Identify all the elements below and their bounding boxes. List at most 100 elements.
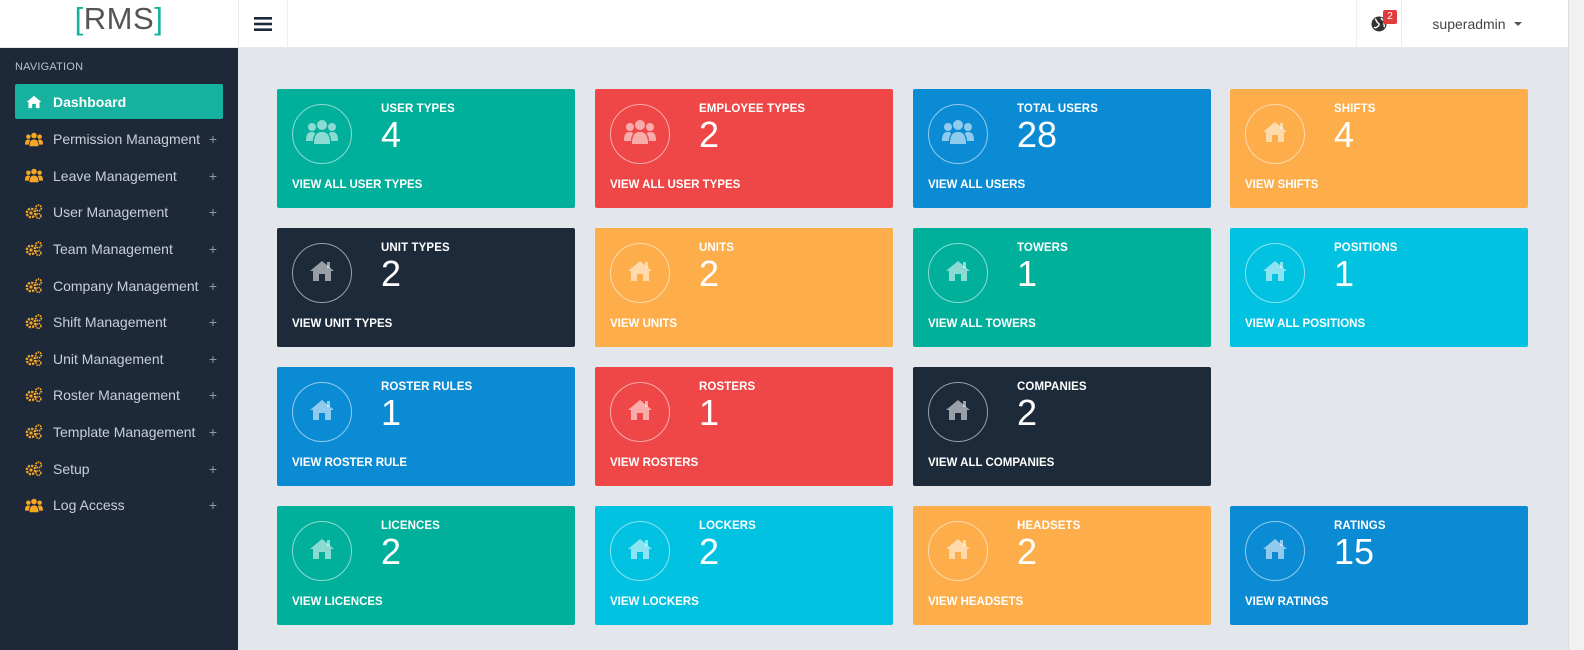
sidebar-item-label: Company Management xyxy=(53,277,199,294)
stat-icon-circle xyxy=(928,243,988,303)
stat-view-link[interactable]: VIEW UNIT TYPES xyxy=(292,318,392,330)
stat-view-link[interactable]: VIEW HEADSETS xyxy=(928,596,1023,608)
sidebar-item-team-management[interactable]: Team Management + xyxy=(15,231,223,268)
expand-plus-icon[interactable]: + xyxy=(203,461,223,477)
sidebar-item-label: Leave Management xyxy=(53,167,177,184)
menu-toggle-button[interactable] xyxy=(238,0,288,48)
sidebar-item-label: Dashboard xyxy=(53,93,127,110)
stat-card-companies[interactable]: COMPANIES 2 VIEW ALL COMPANIES xyxy=(913,367,1211,486)
stat-card-roster-rules[interactable]: ROSTER RULES 1 VIEW ROSTER RULE xyxy=(277,367,575,486)
expand-plus-icon[interactable]: + xyxy=(203,278,223,294)
stat-icon-circle xyxy=(292,104,352,164)
stat-count: 4 xyxy=(381,114,402,155)
stat-view-link[interactable]: VIEW ALL TOWERS xyxy=(928,318,1036,330)
expand-plus-icon[interactable]: + xyxy=(203,241,223,257)
sidebar-item-shift-management[interactable]: Shift Management + xyxy=(15,304,223,341)
stat-view-link[interactable]: VIEW LOCKERS xyxy=(610,596,699,608)
expand-plus-icon[interactable]: + xyxy=(203,424,223,440)
users-icon xyxy=(15,168,53,183)
stat-icon-circle xyxy=(928,521,988,581)
stat-view-link[interactable]: VIEW ROSTERS xyxy=(610,457,698,469)
sidebar-item-user-management[interactable]: User Management + xyxy=(15,194,223,231)
sidebar-item-setup[interactable]: Setup + xyxy=(15,450,223,487)
stat-icon-circle xyxy=(1245,243,1305,303)
notification-button[interactable]: 2 xyxy=(1356,0,1402,48)
expand-plus-icon[interactable]: + xyxy=(203,204,223,220)
expand-plus-icon[interactable]: + xyxy=(203,497,223,513)
stat-card-rosters[interactable]: ROSTERS 1 VIEW ROSTERS xyxy=(595,367,893,486)
stat-view-link[interactable]: VIEW SHIFTS xyxy=(1245,179,1318,191)
home-icon xyxy=(1262,538,1288,565)
stat-card-lockers[interactable]: LOCKERS 2 VIEW LOCKERS xyxy=(595,506,893,625)
username-label: superadmin xyxy=(1432,16,1506,32)
sidebar-item-log-access[interactable]: Log Access + xyxy=(15,487,223,524)
brand-text: [RMS] xyxy=(75,0,164,38)
dashboard-content: USER TYPES 4 VIEW ALL USER TYPES EMPLOYEE T… xyxy=(238,49,1568,650)
stat-card-headsets[interactable]: HEADSETS 2 VIEW HEADSETS xyxy=(913,506,1211,625)
stat-count: 2 xyxy=(1017,392,1038,433)
stat-icon-circle xyxy=(610,382,670,442)
cogs-icon xyxy=(15,351,53,367)
sidebar-item-label: User Management xyxy=(53,204,169,221)
page-scrollbar[interactable] xyxy=(1568,0,1584,650)
stat-view-link[interactable]: VIEW RATINGS xyxy=(1245,596,1328,608)
stat-view-link[interactable]: VIEW ALL COMPANIES xyxy=(928,457,1054,469)
stat-card-licences[interactable]: LICENCES 2 VIEW LICENCES xyxy=(277,506,575,625)
expand-plus-icon[interactable]: + xyxy=(203,314,223,330)
sidebar-item-leave-management[interactable]: Leave Management + xyxy=(15,158,223,195)
stat-view-link[interactable]: VIEW LICENCES xyxy=(292,596,383,608)
sidebar-item-template-management[interactable]: Template Management + xyxy=(15,414,223,451)
stat-view-link[interactable]: VIEW UNITS xyxy=(610,318,677,330)
stat-count: 28 xyxy=(1017,114,1058,155)
stat-icon-circle xyxy=(610,243,670,303)
nav-title: NAVIGATION xyxy=(15,61,84,73)
stat-view-link[interactable]: VIEW ALL USER TYPES xyxy=(292,179,422,191)
stat-card-ratings[interactable]: RATINGS 15 VIEW RATINGS xyxy=(1230,506,1528,625)
stat-view-link[interactable]: VIEW ALL POSITIONS xyxy=(1245,318,1365,330)
stat-icon-circle xyxy=(610,104,670,164)
cogs-icon xyxy=(15,241,53,257)
stat-count: 1 xyxy=(1334,253,1355,294)
stat-view-link[interactable]: VIEW ALL USER TYPES xyxy=(610,179,740,191)
stat-icon-circle xyxy=(928,382,988,442)
brand-logo[interactable]: [RMS] xyxy=(0,0,238,48)
cogs-icon xyxy=(15,387,53,403)
expand-plus-icon[interactable]: + xyxy=(203,387,223,403)
users-icon xyxy=(306,119,338,150)
brand-bracket-close: ] xyxy=(154,1,164,36)
expand-plus-icon[interactable]: + xyxy=(203,131,223,147)
stat-card-units[interactable]: UNITS 2 VIEW UNITS xyxy=(595,228,893,347)
sidebar-item-dashboard[interactable]: Dashboard xyxy=(15,84,223,119)
stat-card-user-types[interactable]: USER TYPES 4 VIEW ALL USER TYPES xyxy=(277,89,575,208)
stat-view-link[interactable]: VIEW ALL USERS xyxy=(928,179,1025,191)
stat-card-shifts[interactable]: SHIFTS 4 VIEW SHIFTS xyxy=(1230,89,1528,208)
stat-icon-circle xyxy=(928,104,988,164)
sidebar-item-unit-management[interactable]: Unit Management + xyxy=(15,341,223,378)
stat-count: 2 xyxy=(381,253,402,294)
sidebar-item-label: Unit Management xyxy=(53,350,164,367)
expand-plus-icon[interactable]: + xyxy=(203,168,223,184)
stat-card-unit-types[interactable]: UNIT TYPES 2 VIEW UNIT TYPES xyxy=(277,228,575,347)
stat-card-towers[interactable]: TOWERS 1 VIEW ALL TOWERS xyxy=(913,228,1211,347)
sidebar-item-roster-management[interactable]: Roster Management + xyxy=(15,377,223,414)
sidebar-item-company-management[interactable]: Company Management + xyxy=(15,267,223,304)
sidebar-item-label: Log Access xyxy=(53,497,125,514)
home-icon xyxy=(309,538,335,565)
stat-card-employee-types[interactable]: EMPLOYEE TYPES 2 VIEW ALL USER TYPES xyxy=(595,89,893,208)
stat-card-total-users[interactable]: TOTAL USERS 28 VIEW ALL USERS xyxy=(913,89,1211,208)
stat-card-positions[interactable]: POSITIONS 1 VIEW ALL POSITIONS xyxy=(1230,228,1528,347)
stat-icon-circle xyxy=(1245,521,1305,581)
sidebar-item-permission-managment[interactable]: Permission Managment + xyxy=(15,121,223,158)
stat-count: 15 xyxy=(1334,531,1375,572)
home-icon xyxy=(627,260,653,287)
stat-count: 2 xyxy=(699,114,720,155)
caret-down-icon xyxy=(1513,22,1522,26)
top-bar: [RMS] 2 superadmin xyxy=(0,0,1568,48)
expand-plus-icon[interactable]: + xyxy=(203,351,223,367)
sidebar-item-label: Setup xyxy=(53,460,90,477)
home-icon xyxy=(309,399,335,426)
brand-name: RMS xyxy=(83,1,155,36)
hamburger-icon xyxy=(254,17,272,31)
user-menu[interactable]: superadmin xyxy=(1402,16,1552,32)
stat-view-link[interactable]: VIEW ROSTER RULE xyxy=(292,457,407,469)
